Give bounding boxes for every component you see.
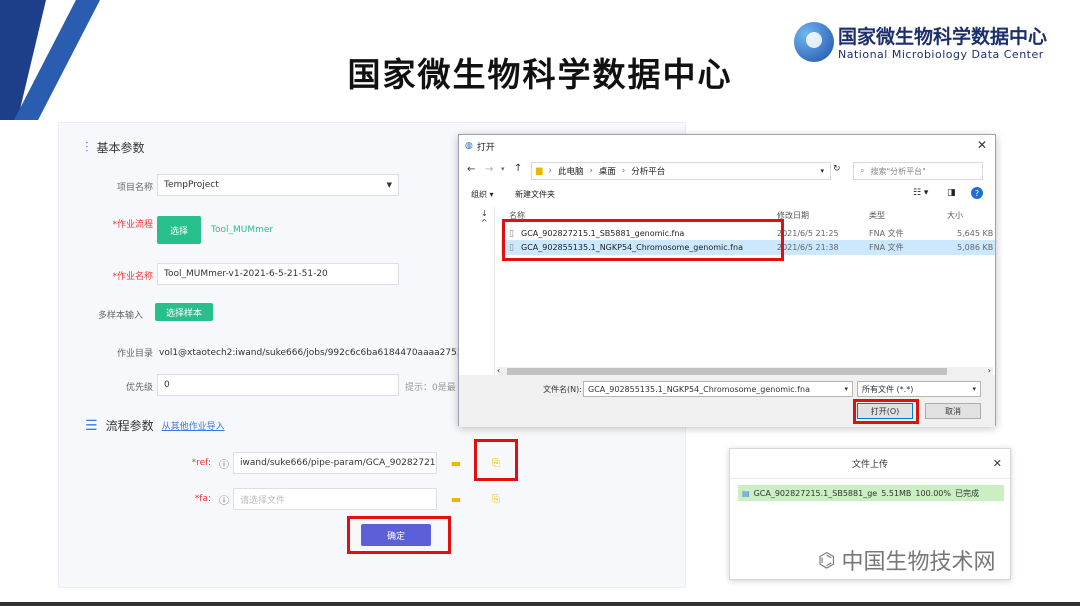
watermark-text: 中国生物技术网 [841, 550, 996, 575]
preview-pane-icon[interactable]: ◨ [947, 188, 956, 198]
highlight-upload-button [474, 439, 518, 481]
dialog-title: 打开 [476, 142, 495, 153]
fa-help-icon[interactable]: ⓘ [219, 492, 229, 507]
path-segment-2[interactable]: 桌面 [599, 165, 616, 177]
priority-input[interactable]: 0 [157, 374, 399, 396]
search-input[interactable]: ⌕ 搜索"分析平台" [853, 162, 983, 180]
nmdc-logo: 国家微生物科学数据中心 National Microbiology Data C… [794, 20, 1064, 66]
project-label: 项目名称 [116, 183, 153, 193]
highlight-open-button [853, 399, 919, 424]
help-icon[interactable]: ? [971, 187, 983, 199]
fa-label: *fa: [194, 494, 211, 504]
navigation-pane[interactable]: ↓ ^ ☁ ▭ [469, 207, 495, 417]
search-icon: ⌕ [860, 166, 865, 175]
watermark: ⌬ 中国生物技术网 [818, 544, 995, 576]
path-segment-1[interactable]: 此电脑 [558, 165, 584, 177]
multi-sample-label: 多样本输入 [97, 311, 143, 321]
upload-header: 文件上传 ✕ [730, 449, 1010, 479]
job-dir-value: vol1@xtaotech2:iwand/suke666/jobs/992c6c… [159, 348, 505, 358]
filename-label: 文件名(N): [543, 385, 582, 394]
upload-filename: GCA_902827215.1_SB5881_ge [753, 488, 878, 498]
fa-input[interactable]: 请选择文件 [233, 488, 437, 510]
sliders-icon: ⫶ [85, 139, 89, 156]
ref-folder-icon[interactable]: ▬ [441, 453, 471, 473]
job-name-label: *作业名称 [112, 272, 153, 282]
col-type-header[interactable]: 类型 [869, 210, 885, 221]
scroll-right-icon[interactable]: › [988, 366, 991, 375]
filetype-dropdown-icon[interactable]: ▾ [972, 385, 976, 393]
section-basic-params: ⫶ 基本参数 [85, 139, 145, 156]
list-icon: ☰ [85, 417, 98, 434]
select-flow-button[interactable]: 选择 [157, 216, 201, 244]
priority-hint: 提示：0是最 [405, 383, 456, 393]
priority-label: 优先级 [125, 383, 153, 393]
import-from-job-link[interactable]: 从其他作业导入 [162, 419, 225, 432]
upload-row: ▤ GCA_902827215.1_SB5881_ge 5.51MB 100.0… [738, 485, 1004, 501]
highlight-file-list [502, 219, 784, 261]
flow-label: *作业流程 [112, 220, 153, 230]
back-arrow-icon[interactable]: ← [467, 164, 475, 175]
document-icon: ▤ [742, 488, 750, 498]
navigation-row: ← → ▾ ↑ ▆ › 此电脑 › 桌面 › 分析平台 ▾ ↻ ⌕ 搜索"分析平… [459, 159, 995, 183]
dialog-toolbar: 组织 ▾ 新建文件夹 ☷ ▾ ◨ ? [459, 185, 995, 205]
open-file-dialog: ◍ 打开 ✕ ← → ▾ ↑ ▆ › 此电脑 › 桌面 › 分析平台 ▾ ↻ ⌕… [458, 134, 996, 427]
project-value: TempProject [164, 180, 219, 190]
search-placeholder: 搜索"分析平台" [870, 166, 926, 176]
bottom-rule [0, 602, 1080, 606]
address-bar[interactable]: ▆ › 此电脑 › 桌面 › 分析平台 ▾ [531, 162, 831, 180]
ref-label: *ref: [191, 458, 211, 468]
upload-percent: 100.00% [915, 488, 951, 498]
refresh-icon[interactable]: ↻ [833, 164, 841, 174]
section-flow-params: ☰ 流程参数 从其他作业导入 [85, 417, 225, 434]
fa-folder-icon[interactable]: ▬ [441, 489, 471, 509]
dropdown-arrow-icon: ▼ [386, 181, 392, 189]
highlight-confirm-button [347, 516, 451, 554]
section-flow-title: 流程参数 [105, 419, 154, 433]
organize-menu[interactable]: 组织 ▾ [471, 189, 494, 200]
dialog-app-icon: ◍ [465, 141, 473, 151]
path-segment-3[interactable]: 分析平台 [631, 165, 665, 177]
address-dropdown-icon[interactable]: ▾ [820, 167, 824, 175]
nmdc-logo-icon [794, 22, 834, 62]
folder-icon: ▆ [536, 166, 543, 176]
forward-arrow-icon[interactable]: → [485, 164, 493, 175]
upload-title: 文件上传 [851, 460, 888, 470]
upload-status: 已完成 [954, 488, 979, 498]
filename-input[interactable]: GCA_902855135.1_NGKP54_Chromosome_genomi… [583, 381, 853, 397]
ref-input[interactable]: iwand/suke666/pipe-param/GCA_902827215.1… [233, 452, 437, 474]
upload-size: 5.51MB [881, 488, 912, 498]
close-icon[interactable]: ✕ [977, 138, 987, 152]
logo-english-name: National Microbiology Data Center [838, 48, 1044, 61]
new-folder-button[interactable]: 新建文件夹 [515, 189, 555, 200]
logo-chinese-name: 国家微生物科学数据中心 [838, 26, 1048, 48]
flow-value: Tool_MUMmer [211, 225, 274, 235]
col-size-header[interactable]: 大小 [947, 210, 963, 221]
slide: 国家微生物科学数据中心 国家微生物科学数据中心 National Microbi… [0, 0, 1080, 606]
section-basic-title: 基本参数 [96, 141, 145, 155]
recent-chevron-icon[interactable]: ▾ [501, 165, 505, 173]
select-sample-button[interactable]: 选择样本 [155, 303, 213, 321]
upload-close-icon[interactable]: ✕ [993, 457, 1002, 470]
scroll-left-icon[interactable]: ‹ [497, 366, 500, 375]
filename-dropdown-icon[interactable]: ▾ [844, 385, 848, 393]
up-arrow-icon[interactable]: ↑ [514, 163, 522, 174]
ref-help-icon[interactable]: ⓘ [219, 456, 229, 471]
wechat-icon: ⌬ [818, 548, 836, 572]
dialog-titlebar: ◍ 打开 ✕ [459, 135, 995, 157]
job-name-input[interactable]: Tool_MUMmer-v1-2021-6-5-21-51-20 [157, 263, 399, 285]
project-select[interactable]: TempProject ▼ [157, 174, 399, 196]
cancel-button[interactable]: 取消 [925, 403, 981, 419]
fa-upload-file-icon[interactable]: ⎘ [481, 489, 511, 509]
filetype-select[interactable]: 所有文件 (*.*) ▾ [857, 381, 981, 397]
job-dir-label: 作业目录 [116, 349, 153, 359]
view-options-icon[interactable]: ☷ ▾ [913, 188, 928, 198]
